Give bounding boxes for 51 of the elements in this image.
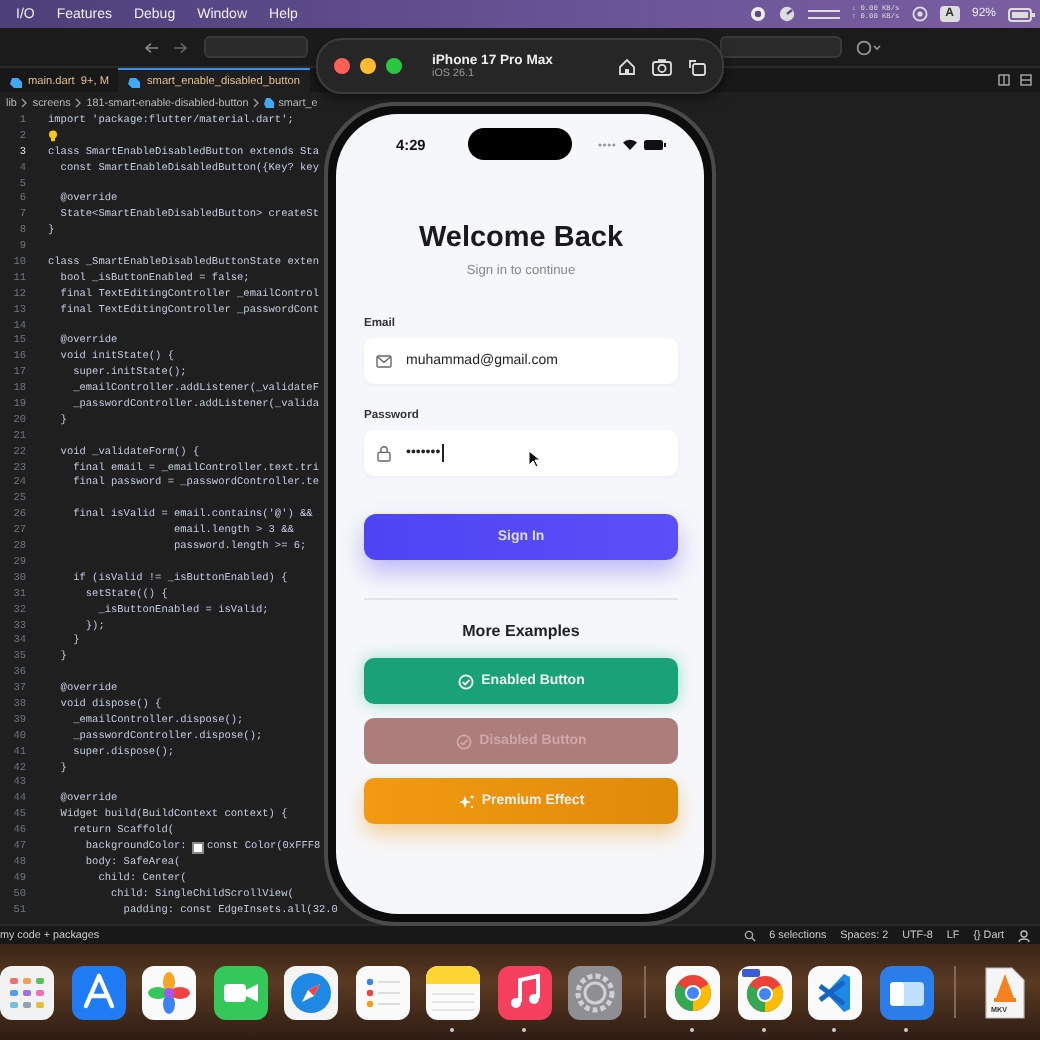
split-editor-icon[interactable] [1020,74,1032,86]
gauge-icon[interactable] [777,6,796,22]
signal-icon [598,141,616,147]
account-icon[interactable] [1018,929,1032,941]
dart-file-icon [264,98,275,108]
mail-icon [376,353,392,369]
wifi-icon [622,138,638,150]
close-button[interactable] [334,58,350,74]
launcher-app-icon[interactable] [0,965,54,1019]
chevron-icon [74,98,83,108]
zoom-icon[interactable] [743,929,756,941]
record-icon[interactable] [749,6,766,22]
dynamic-island [468,128,572,160]
minimize-button[interactable] [360,58,376,74]
forward-arrow-icon[interactable] [172,41,188,53]
checklist-app-icon[interactable] [355,965,409,1019]
flower-app-icon[interactable] [142,965,196,1019]
music-note-app-icon[interactable] [497,965,551,1019]
back-arrow-icon[interactable] [144,41,160,53]
target-icon[interactable] [911,6,928,22]
camera-icon[interactable] [652,57,672,75]
battery-icon [644,139,666,149]
video-camera-app-icon[interactable] [213,965,267,1019]
zoom-button[interactable] [386,58,402,74]
section-title: More Examples [460,622,582,640]
notepad-app-icon[interactable] [426,965,480,1019]
compass-app-icon[interactable] [284,965,338,1019]
dart-file-icon [10,75,22,87]
compare-icon[interactable] [998,74,1010,86]
browser-app-icon[interactable] [737,965,791,1019]
chevron-icon [20,98,29,108]
command-search-field[interactable] [720,36,842,58]
screen-title: Welcome Back [416,220,626,256]
lock-icon [376,445,392,461]
command-search-field[interactable] [204,36,308,58]
window-app-icon[interactable] [879,965,933,1019]
dart-file-icon [128,75,141,87]
pointer-icon [528,450,540,468]
bars-icon[interactable] [807,8,840,20]
browser-app-icon[interactable] [666,965,720,1019]
check-circle-icon [455,733,472,749]
rotate-icon[interactable] [688,57,706,75]
battery-icon[interactable] [1008,7,1036,21]
code-editor-app-icon[interactable] [808,965,862,1019]
sparkle-icon [457,793,474,809]
lightbulb-icon[interactable] [48,129,58,142]
letter-a-app-icon[interactable] [71,965,125,1019]
chevron-icon [252,98,261,108]
home-icon[interactable] [618,57,636,75]
gear-app-icon[interactable] [568,965,622,1019]
check-circle-icon [457,673,474,689]
